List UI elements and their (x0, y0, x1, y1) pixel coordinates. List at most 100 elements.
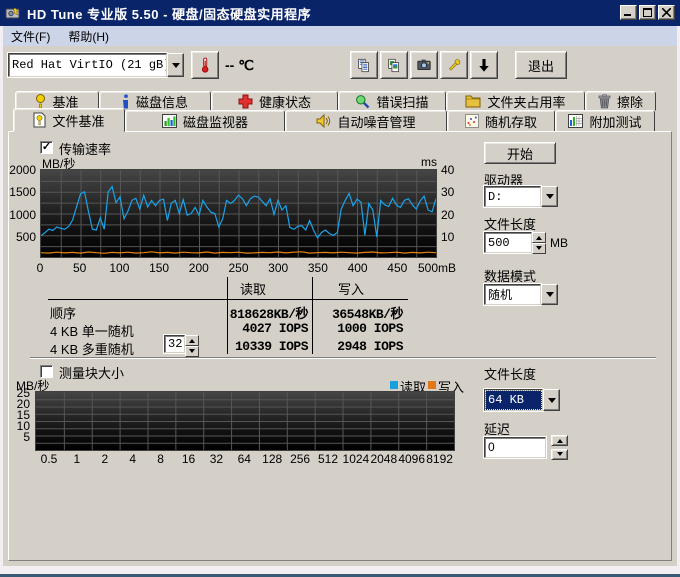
spin-up-icon[interactable] (185, 335, 199, 346)
block-file-length-dropdown[interactable]: 64 KB (484, 389, 560, 411)
save-button[interactable] (470, 51, 498, 79)
tab-extra-tests[interactable]: 附加测试 (555, 110, 655, 132)
table-write-value: 2948 IOPS (320, 339, 403, 354)
menu-file[interactable]: 文件(F) (11, 28, 50, 45)
tab-random-access[interactable]: 随机存取 (447, 110, 555, 132)
screenshot-camera-icon (417, 57, 431, 73)
file-length-unit: MB (550, 236, 568, 250)
copy-text-button[interactable] (350, 51, 378, 79)
queue-depth-stepper[interactable]: 32 (164, 335, 199, 353)
menu-help[interactable]: 帮助(H) (68, 28, 109, 45)
y-axis-left-tick: 1500 (4, 185, 36, 199)
data-mode-dropdown[interactable]: 随机 (484, 284, 558, 305)
table-read-value: 4027 IOPS (228, 321, 308, 336)
block-x-axis-tick: 0.5 (41, 452, 58, 466)
y-axis-right-tick: 40 (441, 163, 454, 177)
spin-down-icon[interactable] (532, 243, 546, 254)
file-benchmark-icon (33, 112, 46, 128)
block-x-axis-tick: 1024 (343, 452, 370, 466)
exit-button[interactable]: 退出 (515, 51, 567, 79)
block-x-axis-tick: 512 (318, 452, 338, 466)
table-row-label: 4 KB 单一随机 (50, 321, 134, 340)
extra-tests-icon (568, 114, 583, 128)
tab-erase[interactable]: 擦除 (585, 91, 656, 111)
app-icon (5, 5, 21, 21)
menubar: 文件(F) 帮助(H) (3, 26, 677, 46)
drive-dropdown-value: D: (484, 186, 541, 207)
temperature-button[interactable] (191, 51, 219, 79)
window-title: HD Tune 专业版 5.50 - 硬盘/固态硬盘实用程序 (27, 4, 311, 23)
file-length-label: 文件长度 (484, 214, 536, 233)
chevron-down-icon[interactable] (167, 53, 184, 77)
tab-disk-monitor[interactable]: 磁盘监视器 (125, 110, 285, 132)
delay-spin-down[interactable] (551, 449, 568, 460)
minimize-button[interactable] (620, 5, 637, 20)
x-axis-tick: 400 (348, 261, 368, 275)
copy-text-icon (357, 57, 371, 74)
block-x-axis-tick: 4 (129, 452, 136, 466)
block-x-axis-tick: 2 (101, 452, 108, 466)
folder-usage-icon (465, 94, 481, 108)
titlebar[interactable]: HD Tune 专业版 5.50 - 硬盘/固态硬盘实用程序 (0, 0, 680, 26)
options-wrench-icon (447, 57, 461, 74)
block-x-axis-tick: 128 (262, 452, 282, 466)
screenshot-button[interactable] (410, 51, 438, 79)
spin-down-icon[interactable] (185, 346, 199, 357)
x-axis-tick: 50 (73, 261, 86, 275)
close-button[interactable] (658, 5, 675, 20)
y-axis-right-tick: 30 (441, 185, 454, 199)
table-read-value: 818628KB/秒 (228, 303, 308, 322)
save-arrow-icon (477, 57, 491, 74)
file-length-stepper[interactable]: 500 (484, 232, 546, 253)
y-axis-left-tick: 500 (4, 230, 36, 244)
chevron-down-icon[interactable] (541, 186, 558, 207)
tab-folder-usage[interactable]: 文件夹占用率 (446, 91, 585, 111)
table-read-value: 10339 IOPS (228, 339, 308, 354)
x-axis-tick: 150 (149, 261, 169, 275)
y-axis-left-tick: 1000 (4, 208, 36, 222)
block-y-axis-tick: 5 (10, 430, 30, 444)
block-x-axis-tick: 32 (210, 452, 223, 466)
data-mode-value: 随机 (484, 284, 541, 305)
disk-info-icon (122, 94, 130, 109)
delay-label: 延迟 (484, 419, 510, 438)
x-axis-tick: 100 (109, 261, 129, 275)
chevron-down-icon[interactable] (543, 389, 560, 411)
file-length-value: 500 (484, 232, 532, 253)
options-button[interactable] (440, 51, 468, 79)
tab-health[interactable]: 健康状态 (211, 91, 338, 111)
x-axis-tick: 500mB (418, 261, 456, 275)
app-window: HD Tune 专业版 5.50 - 硬盘/固态硬盘实用程序 文件(F) 帮助(… (0, 0, 680, 577)
block-size-checkbox-label: 测量块大小 (59, 363, 124, 382)
table-row-label: 顺序 (50, 303, 76, 322)
maximize-button[interactable] (639, 5, 656, 20)
tab-aam[interactable]: 自动噪音管理 (285, 110, 447, 132)
x-axis-tick: 300 (268, 261, 288, 275)
chevron-down-icon[interactable] (541, 284, 558, 305)
x-axis-tick: 0 (37, 261, 44, 275)
delay-spin-up[interactable] (551, 435, 568, 446)
y-axis-right-tick: 20 (441, 208, 454, 222)
table-col-read: 读取 (240, 279, 266, 298)
delay-input[interactable]: 0 (484, 437, 546, 458)
window-frame-bottom (0, 566, 680, 574)
spin-up-icon[interactable] (532, 232, 546, 243)
legend-write-swatch (428, 381, 436, 389)
drive-dropdown[interactable]: D: (484, 186, 558, 207)
error-scan-icon (355, 94, 370, 109)
tab-error-scan[interactable]: 错误扫描 (338, 91, 446, 111)
x-axis-tick: 200 (189, 261, 209, 275)
drive-select[interactable]: Red Hat VirtIO (21 gB) (8, 53, 184, 77)
queue-depth-value: 32 (164, 335, 185, 353)
block-x-axis-tick: 256 (290, 452, 310, 466)
block-x-axis-tick: 8 (157, 452, 164, 466)
copy-image-button[interactable] (380, 51, 408, 79)
start-button[interactable]: 开始 (484, 142, 556, 164)
transfer-rate-checkbox[interactable]: ✓ (40, 141, 53, 154)
x-axis-tick: 450 (387, 261, 407, 275)
y-axis-right-tick: 10 (441, 230, 454, 244)
table-col-write: 写入 (338, 279, 364, 298)
block-x-axis-tick: 4096 (398, 452, 425, 466)
tab-file-benchmark[interactable]: 文件基准 (13, 108, 125, 132)
aam-speaker-icon (316, 114, 331, 128)
